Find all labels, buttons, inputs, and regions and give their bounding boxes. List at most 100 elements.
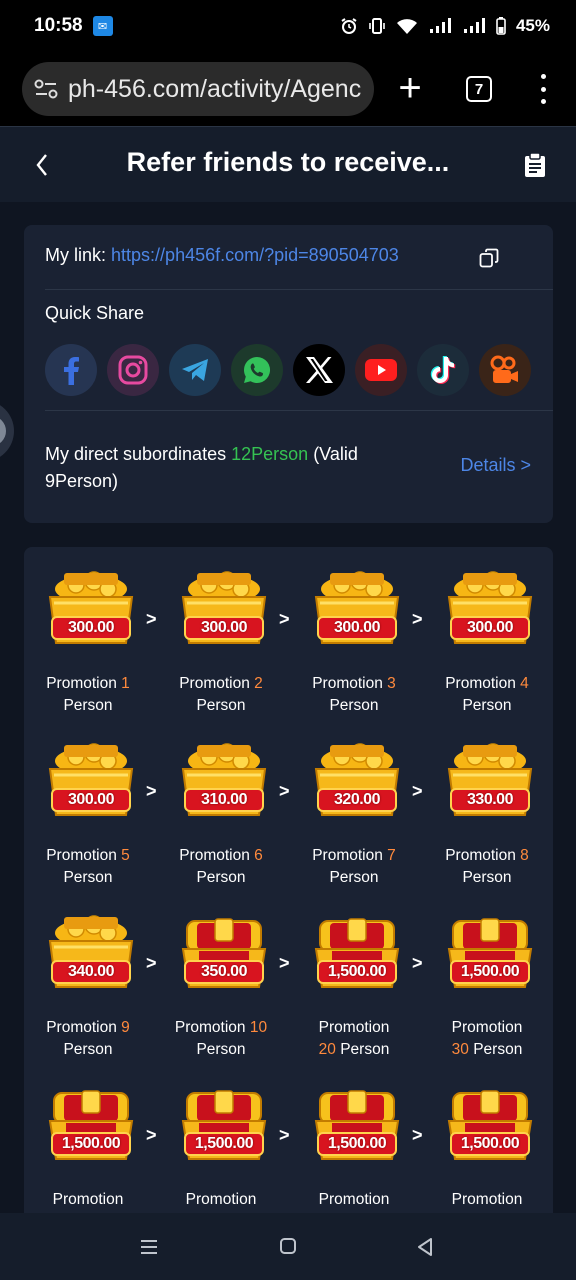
person-count: 6 [254,847,263,864]
back-arrow-icon[interactable] [32,151,52,179]
person-count: 3 [387,675,396,692]
promotion-label: Promotion [185,1191,257,1208]
reward-amount: 300.00 [68,619,114,636]
battery-percent: 45% [515,16,550,35]
kwai-icon[interactable] [479,344,531,396]
promotion-label: Promotion [52,1191,124,1208]
subordinates-count: 12Person [231,444,309,464]
status-time: 10:58 [34,15,83,36]
reward-caption: Promotion 4 Person [431,673,543,717]
treasure-chest-icon: 1,500.00 [445,1083,535,1165]
tab-switcher-button[interactable]: 7 [466,76,492,102]
home-icon[interactable] [279,1237,297,1255]
clipboard-icon[interactable] [524,152,546,178]
x-icon[interactable] [293,344,345,396]
next-arrow: > [412,953,423,973]
back-icon[interactable] [415,1237,435,1257]
youtube-icon[interactable] [355,344,407,396]
person-label: Person [462,869,512,886]
reward-caption: Promotion [32,1189,144,1211]
reward-caption: Promotion 5 Person [32,845,144,889]
reward-caption: Promotion [298,1189,410,1211]
reward-amount: 300.00 [334,619,380,636]
next-arrow: > [412,609,423,629]
treasure-chest-icon: 1,500.00 [46,1083,136,1165]
treasure-chest-icon: 330.00 [445,739,535,821]
copy-icon[interactable] [479,248,499,268]
new-tab-button[interactable]: + [394,66,426,112]
details-link[interactable]: Details > [460,455,531,476]
divider [45,289,553,290]
my-link-label: My link: [45,245,107,265]
signal-2-icon [462,17,486,35]
recent-apps-icon[interactable] [139,1237,159,1257]
next-arrow: > [279,953,290,973]
vibrate-icon [368,17,386,35]
reward-amount: 1,500.00 [460,963,520,980]
treasure-chest-icon: 300.00 [445,567,535,649]
reward-amount: 300.00 [68,791,114,808]
next-arrow: > [146,953,157,973]
person-label: Person [340,1041,390,1058]
person-count: 20 [318,1041,336,1058]
reward-caption: Promotion 7 Person [298,845,410,889]
promotion-label: Promotion [451,1191,523,1208]
reward-item: 1,500.00 Promotion [165,1063,277,1223]
site-settings-icon[interactable] [34,79,60,99]
reward-caption: Promotion 6 Person [165,845,277,889]
telegram-icon[interactable] [169,344,221,396]
promotion-label: Promotion [445,847,516,864]
referral-link[interactable]: https://ph456f.com/?pid=890504703 [111,245,399,265]
promotion-label: Promotion [179,847,250,864]
reward-item: 320.00 Promotion 7 Person [298,719,410,886]
next-arrow: > [412,781,423,801]
promotion-label: Promotion [312,675,383,692]
address-bar[interactable]: ph-456.com/activity/Agenc [22,62,374,116]
reward-amount: 1,500.00 [194,1135,254,1152]
reward-caption: Promotion 20 Person [298,1017,410,1061]
tiktok-icon[interactable] [417,344,469,396]
reward-amount: 300.00 [201,619,247,636]
reward-caption: Promotion 9 Person [32,1017,144,1061]
reward-caption: Promotion 1 Person [32,673,144,717]
person-label: Person [473,1041,523,1058]
promotion-label: Promotion [46,675,117,692]
promotion-label: Promotion [445,675,516,692]
next-arrow: > [412,1125,423,1145]
promotion-label: Promotion [46,847,117,864]
browser-menu-button[interactable] [536,74,550,104]
edge-panel-handle[interactable] [0,400,14,462]
promotion-label: Promotion [46,1019,117,1036]
promotion-label: Promotion [318,1019,390,1036]
reward-item: 300.00 Promotion 1 Person [32,547,144,714]
whatsapp-icon[interactable] [231,344,283,396]
reward-amount: 1,500.00 [61,1135,121,1152]
facebook-icon[interactable] [45,344,97,396]
reward-caption: Promotion 3 Person [298,673,410,717]
treasure-chest-icon: 300.00 [46,567,136,649]
reward-item: 340.00 Promotion 9 Person [32,891,144,1058]
treasure-chest-icon: 300.00 [46,739,136,821]
url-text[interactable]: ph-456.com/activity/Agenc [68,75,361,104]
wifi-icon [396,17,418,35]
subordinates-label: My direct subordinates [45,444,227,464]
treasure-chest-icon: 340.00 [46,911,136,993]
reward-item: 350.00 Promotion 10 Person [165,891,277,1058]
person-label: Person [196,869,246,886]
person-count: 9 [121,1019,130,1036]
reward-amount: 350.00 [201,963,247,980]
reward-amount: 320.00 [334,791,380,808]
reward-item: 310.00 Promotion 6 Person [165,719,277,886]
person-label: Person [196,697,246,714]
reward-amount: 1,500.00 [460,1135,520,1152]
instagram-icon[interactable] [107,344,159,396]
reward-amount: 310.00 [201,791,247,808]
treasure-chest-icon: 310.00 [179,739,269,821]
person-label: Person [63,697,113,714]
reward-amount: 300.00 [467,619,513,636]
next-arrow: > [146,1125,157,1145]
next-arrow: > [279,609,290,629]
next-arrow: > [279,1125,290,1145]
reward-amount: 330.00 [467,791,513,808]
reward-item: 300.00 Promotion 3 Person [298,547,410,714]
